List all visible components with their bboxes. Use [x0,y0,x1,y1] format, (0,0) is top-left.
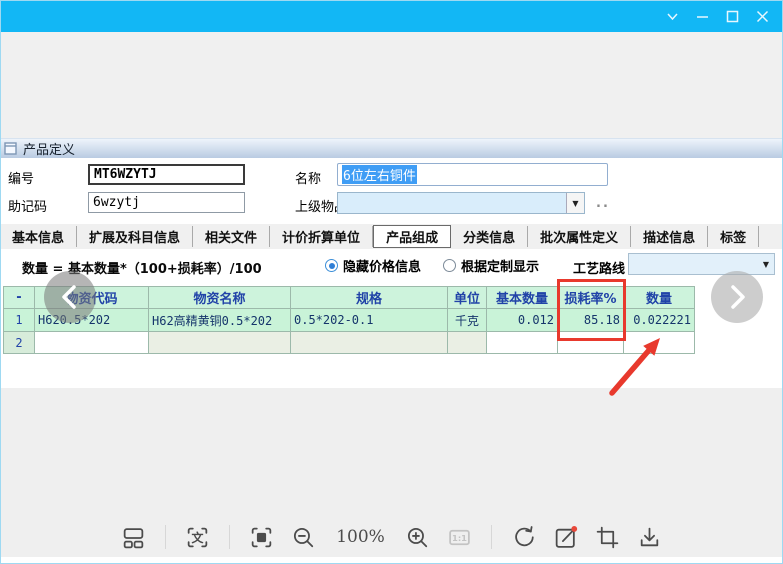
tab-extended-subject-info[interactable]: 扩展及科目信息 [77,226,193,247]
radio-custom-display-label: 根据定制显示 [461,256,539,275]
panel-header: 产品定义 [0,138,783,158]
radio-on-icon [325,259,338,272]
chevron-right-icon [711,271,763,323]
chevron-left-icon [44,271,96,323]
mnemonic-field[interactable]: 6wzytj [88,192,245,213]
parent-item-value [338,193,566,213]
row-number[interactable]: 2 [4,332,35,354]
window-icon [4,142,17,155]
tab-classification-info[interactable]: 分类信息 [451,226,528,247]
toolbar-separator [165,525,166,549]
cell-loss-rate[interactable]: 85.18 [558,309,624,332]
tab-pricing-unit[interactable]: 计价折算单位 [270,226,373,247]
radio-hide-price[interactable]: 隐藏价格信息 [325,256,421,275]
cell-material-name[interactable] [149,332,291,354]
name-label: 名称 [295,168,321,187]
cell-spec[interactable] [291,332,448,354]
cell-unit[interactable]: 千克 [448,309,487,332]
tab-strip: 基本信息 扩展及科目信息 相关文件 计价折算单位 产品组成 分类信息 批次属性定… [0,224,783,249]
tab-related-files[interactable]: 相关文件 [193,226,270,247]
column-header-qty[interactable]: 数量 [624,287,695,309]
zoom-out-icon[interactable] [290,524,317,551]
cell-material-code[interactable] [35,332,149,354]
mnemonic-label: 助记码 [8,196,47,215]
cell-qty[interactable] [624,332,695,354]
column-header-base-qty[interactable]: 基本数量 [487,287,558,309]
cell-loss-rate[interactable] [558,332,624,354]
radio-hide-price-label: 隐藏价格信息 [343,256,421,275]
toolbar-separator [491,525,492,549]
bom-table: - 物资代码 物资名称 规格 单位 基本数量 损耗率% 数量 1 H620.5*… [3,286,695,354]
cell-unit[interactable] [448,332,487,354]
selected-text: 6位左右铜件 [342,165,417,184]
page-title: 产品定义 [23,139,75,158]
process-route-label: 工艺路线 [573,258,625,277]
column-header-select[interactable]: - [4,287,35,309]
zoom-in-icon[interactable] [404,524,431,551]
chevron-down-icon[interactable] [657,3,687,29]
image-top-margin [0,32,783,138]
edit-icon[interactable] [552,524,579,551]
options-row: 数量 = 基本数量*（100+损耗率）/100 隐藏价格信息 根据定制显示 工艺… [0,249,783,286]
radio-custom-display[interactable]: 根据定制显示 [443,256,539,275]
row-number[interactable]: 1 [4,309,35,332]
tab-label[interactable]: 标签 [708,226,759,247]
close-icon[interactable] [747,3,777,29]
minimize-icon[interactable] [687,3,717,29]
crop-icon[interactable] [594,524,621,551]
zoom-level: 100% [332,527,389,547]
tab-product-composition[interactable]: 产品组成 [373,225,451,248]
svg-text:文: 文 [192,529,205,544]
cell-base-qty[interactable]: 0.012 [487,309,558,332]
dropdown-arrow-icon[interactable]: ▼ [566,193,584,213]
cell-qty[interactable]: 0.022221 [624,309,695,332]
maximize-icon[interactable] [717,3,747,29]
column-header-loss-rate[interactable]: 损耗率% [558,287,624,309]
code-field[interactable]: MT6WZYTJ [88,164,245,185]
radio-off-icon [443,259,456,272]
name-field[interactable]: 6位左右铜件 [337,163,608,186]
rotate-icon[interactable] [510,524,537,551]
tab-description-info[interactable]: 描述信息 [631,226,708,247]
cell-base-qty[interactable] [487,332,558,354]
toolbar-separator [229,525,230,549]
column-header-unit[interactable]: 单位 [448,287,487,309]
parent-item-browse-button[interactable]: .. [596,196,610,211]
viewer-titlebar [0,0,783,32]
ocr-icon[interactable]: 文 [184,524,211,551]
tab-batch-attribute[interactable]: 批次属性定义 [528,226,631,247]
tab-basic-info[interactable]: 基本信息 [0,226,77,247]
column-header-spec[interactable]: 规格 [291,287,448,309]
previous-image-button[interactable] [44,271,96,323]
album-icon[interactable] [120,524,147,551]
cell-material-name[interactable]: H62高精黄铜0.5*202 [149,309,291,332]
parent-item-dropdown[interactable]: ▼ [337,192,585,214]
next-image-button[interactable] [711,271,763,323]
column-header-material-name[interactable]: 物资名称 [149,287,291,309]
viewer-toolbar: 文 100% 1:1 [0,514,783,560]
fullscreen-icon[interactable] [248,524,275,551]
download-icon[interactable] [636,524,663,551]
code-label: 编号 [8,168,34,187]
svg-text:1:1: 1:1 [452,532,467,542]
cell-spec[interactable]: 0.5*202-0.1 [291,309,448,332]
one-to-one-icon[interactable]: 1:1 [446,524,473,551]
